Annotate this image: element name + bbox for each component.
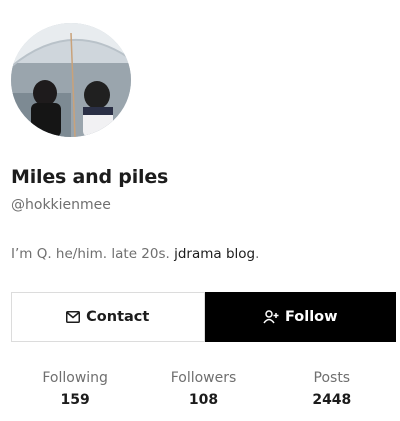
follow-label: Follow bbox=[284, 309, 338, 325]
bio-text: I’m Q. he/him. late 20s. bbox=[11, 246, 175, 262]
profile-name: Miles and piles bbox=[11, 166, 169, 188]
stat-value: 159 bbox=[60, 392, 90, 408]
stat-label: Posts bbox=[313, 370, 351, 386]
contact-button[interactable]: Contact bbox=[11, 292, 205, 342]
stat-followers[interactable]: Followers 108 bbox=[139, 370, 267, 408]
bio-suffix: . bbox=[255, 246, 260, 262]
stat-label: Following bbox=[42, 370, 108, 386]
profile-bio: I’m Q. he/him. late 20s. jdrama blog. bbox=[11, 246, 259, 262]
stat-value: 2448 bbox=[312, 392, 352, 408]
avatar-image bbox=[11, 23, 131, 137]
profile-actions: Contact Follow bbox=[11, 292, 396, 342]
follow-button[interactable]: Follow bbox=[204, 292, 396, 342]
avatar[interactable] bbox=[11, 23, 131, 137]
stat-posts[interactable]: Posts 2448 bbox=[268, 370, 396, 408]
stat-following[interactable]: Following 159 bbox=[11, 370, 139, 408]
stat-label: Followers bbox=[170, 370, 237, 386]
profile-handle: @hokkienmee bbox=[11, 197, 111, 213]
stat-value: 108 bbox=[188, 392, 219, 408]
contact-label: Contact bbox=[86, 309, 150, 325]
user-plus-icon bbox=[263, 310, 279, 324]
bio-link[interactable]: jdrama blog bbox=[174, 246, 255, 262]
profile-stats: Following 159 Followers 108 Posts 2448 bbox=[11, 370, 396, 408]
envelope-icon bbox=[66, 311, 81, 323]
